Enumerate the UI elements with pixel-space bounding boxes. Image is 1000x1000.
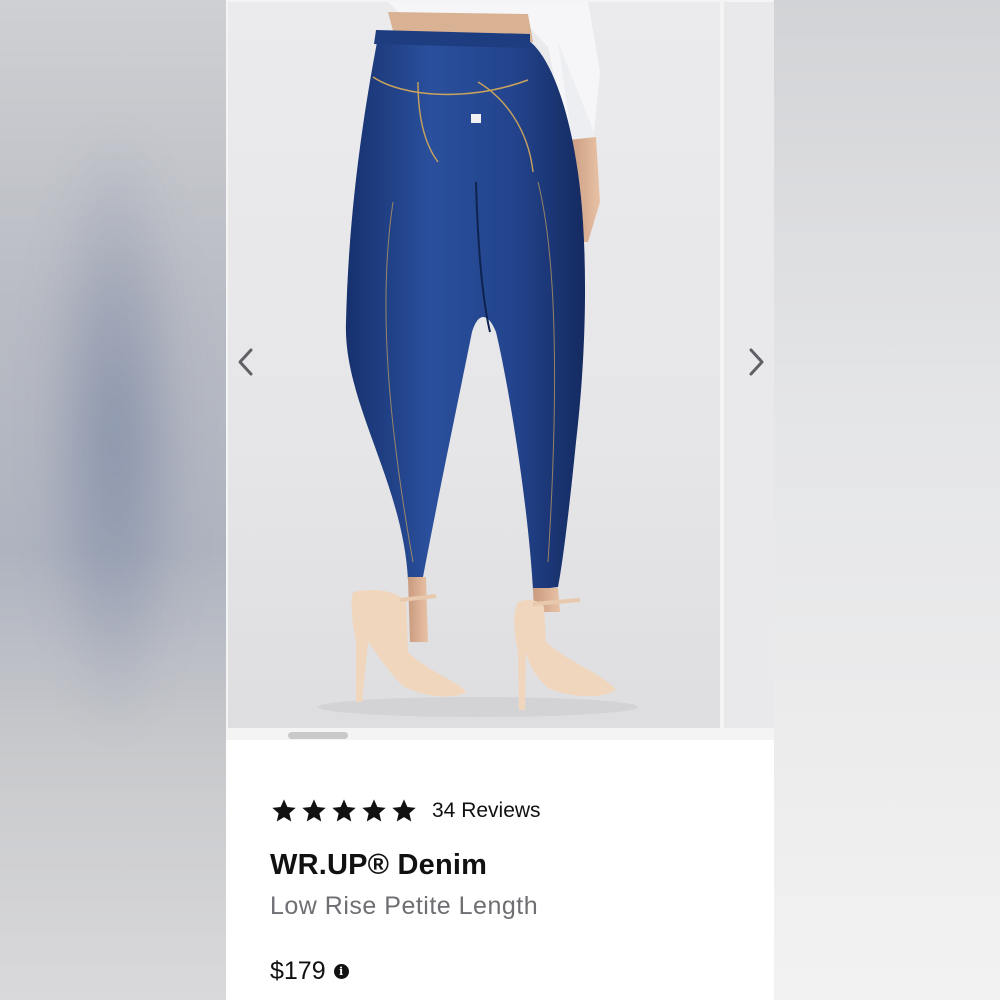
jeans-photo [318,2,638,717]
star-icon [392,799,416,822]
product-subtitle: Low Rise Petite Length [270,892,539,920]
rating-row: 34 Reviews [270,795,750,827]
product-title: WR.UP® Denim [270,849,488,881]
product-price: $179 [270,957,326,985]
price-row: $179 i [270,957,750,986]
carousel-scroll-indicator[interactable] [288,732,348,739]
chevron-right-icon [749,348,764,376]
info-icon[interactable]: i [333,964,349,979]
product-info: 34 Reviews WR.UP® Denim Low Rise Petite … [270,795,750,986]
image-carousel[interactable] [226,0,774,740]
background-blur-left [0,0,226,1000]
reviews-link[interactable]: 34 Reviews [432,799,541,823]
chevron-left-icon [238,348,253,376]
star-icon [302,799,326,822]
background-blur-right [774,0,1000,1000]
product-image [228,2,720,728]
carousel-next-button[interactable] [736,340,774,384]
star-icon [332,799,356,822]
carousel-prev-button[interactable] [226,340,266,384]
star-icon [362,799,386,822]
star-icon [272,799,296,822]
rating-stars [270,797,418,825]
product-page: 34 Reviews WR.UP® Denim Low Rise Petite … [226,0,774,1000]
